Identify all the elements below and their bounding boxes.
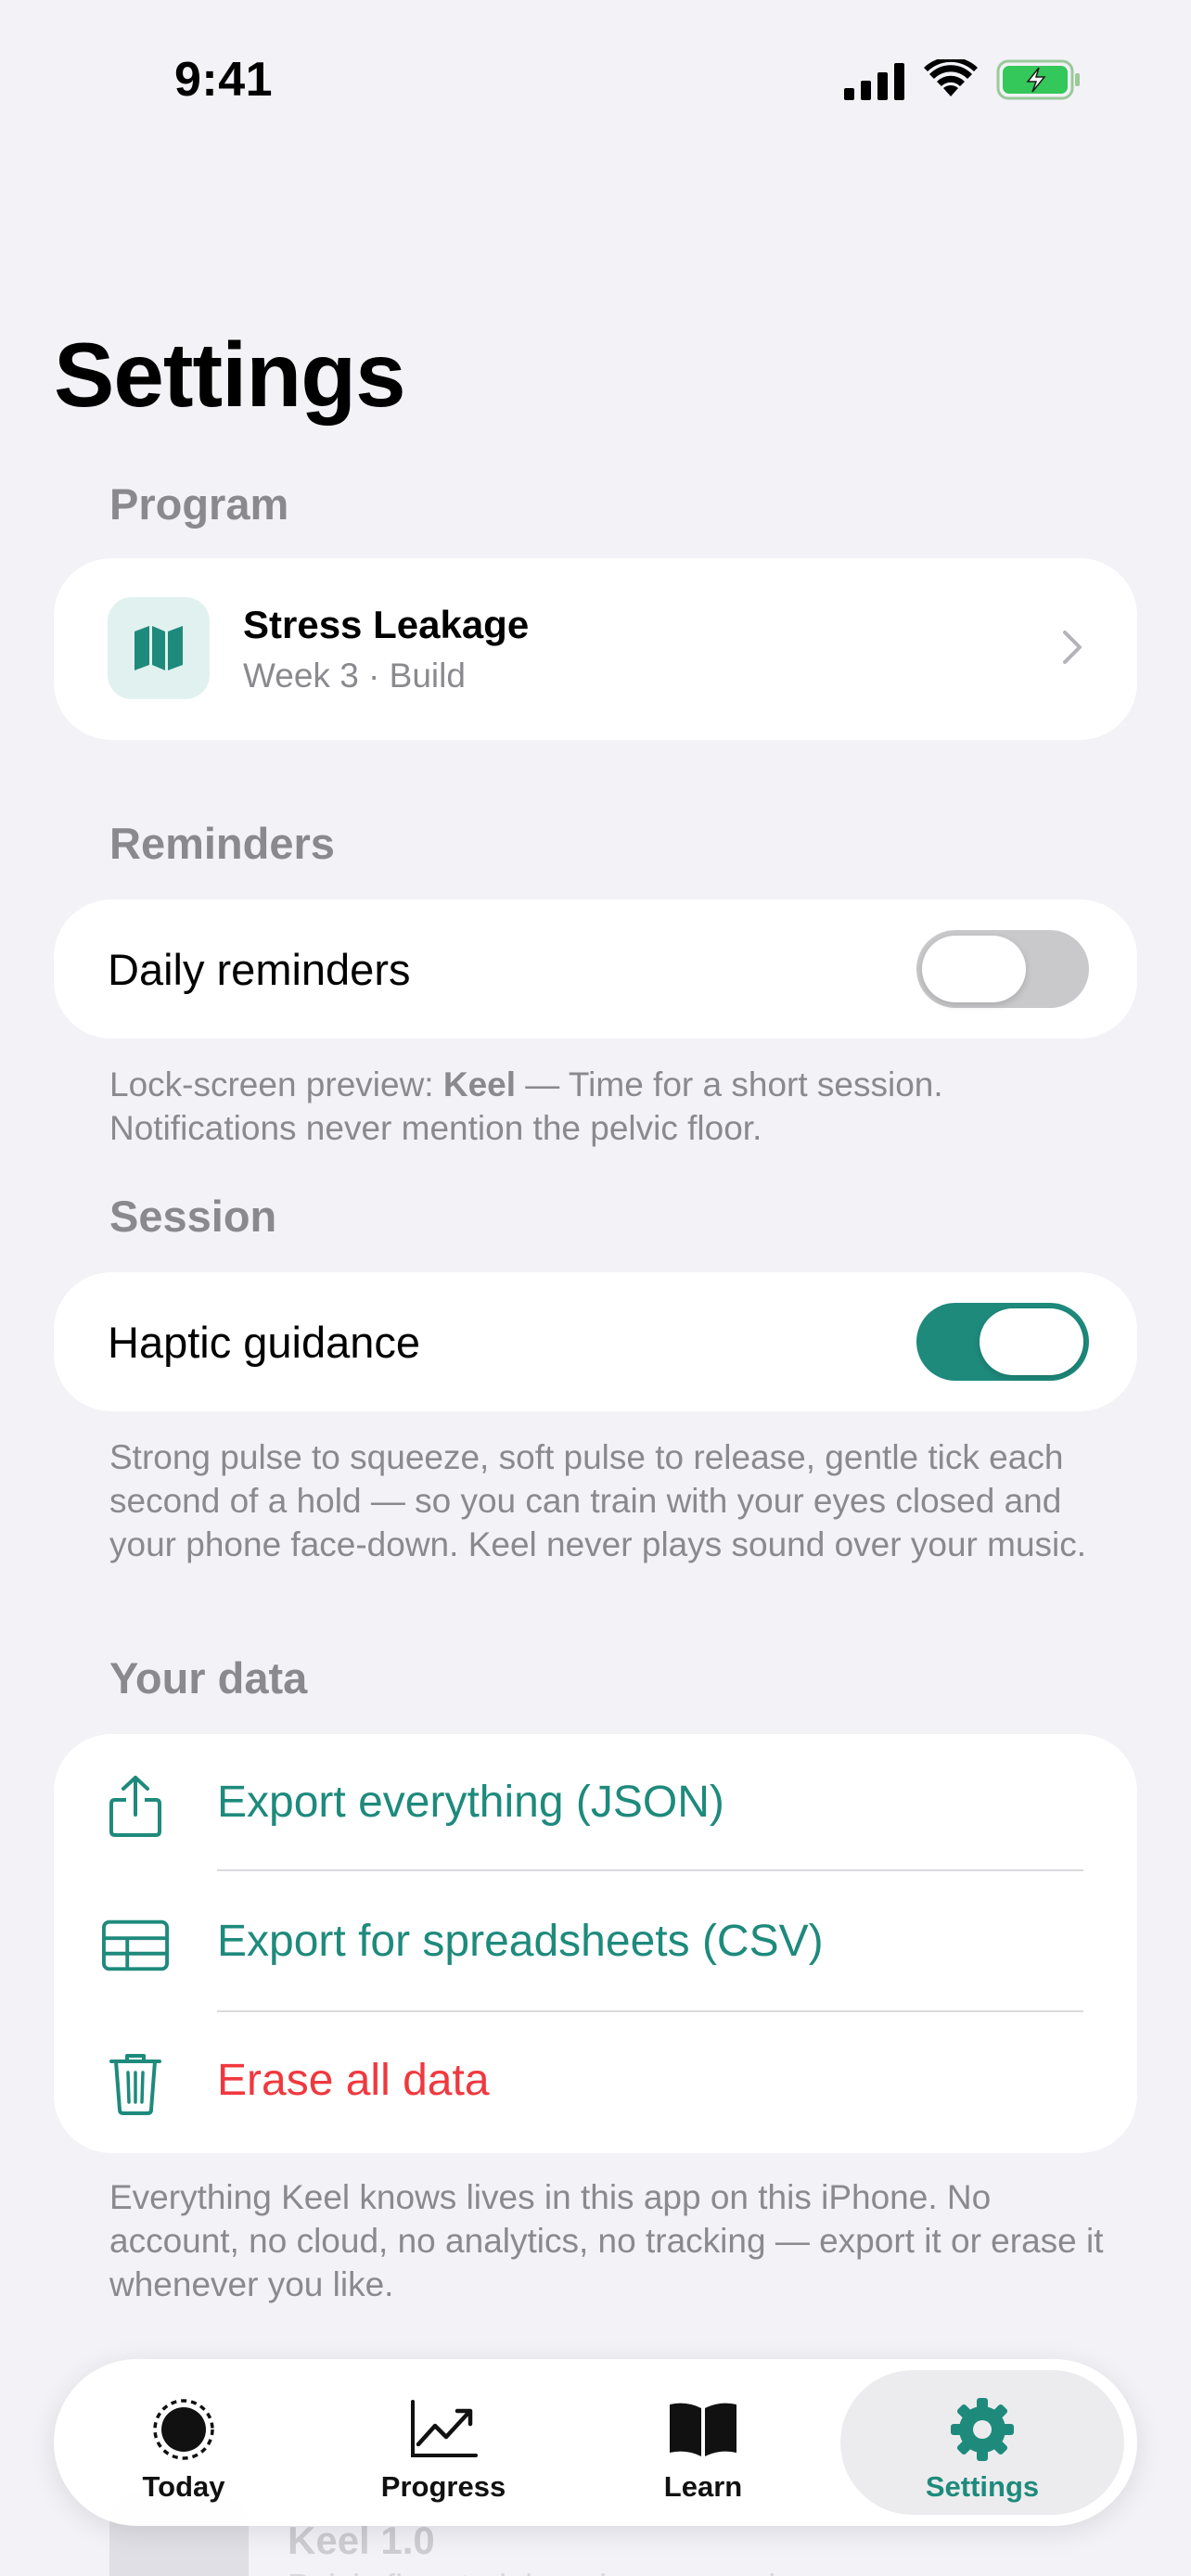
book-icon: [583, 2396, 824, 2463]
page-title: Settings: [54, 324, 406, 426]
about-subtitle: Pelvic floor training, done properly: [288, 2567, 792, 2576]
haptic-guidance-toggle[interactable]: [916, 1303, 1089, 1381]
gear-icon: [840, 2396, 1124, 2463]
section-header-program: Program: [109, 479, 289, 529]
chevron-right-icon: [1063, 631, 1082, 664]
reminders-footer: Lock-screen preview: Keel — Time for a s…: [109, 1063, 1111, 1150]
today-icon: [63, 2396, 304, 2463]
section-header-your-data: Your data: [109, 1653, 308, 1702]
tab-progress[interactable]: Progress: [323, 2370, 564, 2515]
daily-reminders-toggle[interactable]: [916, 930, 1089, 1008]
divider: [217, 1869, 1083, 1871]
trash-icon: [102, 2051, 169, 2118]
toggle-knob: [980, 1308, 1083, 1375]
share-icon: [102, 1773, 169, 1840]
haptic-guidance-label: Haptic guidance: [108, 1318, 421, 1367]
haptic-guidance-row: Haptic guidance: [54, 1272, 1137, 1411]
section-header-reminders: Reminders: [109, 819, 335, 868]
export-csv-label: Export for spreadsheets (CSV): [217, 1917, 824, 1966]
session-footer: Strong pulse to squeeze, soft pulse to r…: [109, 1438, 1087, 1563]
tab-settings-label: Settings: [925, 2470, 1040, 2503]
table-icon: [102, 1912, 169, 1979]
toggle-knob: [922, 936, 1026, 1002]
wifi-icon: [924, 59, 978, 96]
tab-settings[interactable]: Settings: [840, 2370, 1124, 2515]
reminders-footer-prefix: Lock-screen preview:: [109, 1065, 443, 1103]
program-name: Stress Leakage: [243, 603, 530, 646]
daily-reminders-label: Daily reminders: [108, 945, 411, 994]
tab-learn-label: Learn: [663, 2470, 743, 2503]
tab-progress-label: Progress: [380, 2470, 506, 2503]
tab-today-label: Today: [142, 2470, 225, 2503]
data-card: Export everything (JSON) Export for spre…: [54, 1734, 1137, 2153]
map-icon: [108, 597, 210, 699]
chart-line-icon: [323, 2396, 564, 2463]
program-subtitle: Week 3 · Build: [243, 657, 466, 695]
erase-all-data-button[interactable]: Erase all data: [54, 2012, 1137, 2153]
tab-learn[interactable]: Learn: [583, 2370, 824, 2515]
export-json-button[interactable]: Export everything (JSON): [54, 1734, 1137, 1875]
export-json-label: Export everything (JSON): [217, 1778, 724, 1827]
battery-charging-icon: [996, 59, 1080, 100]
daily-reminders-row: Daily reminders: [54, 899, 1137, 1039]
erase-all-data-label: Erase all data: [217, 2056, 490, 2105]
settings-screen: 9:41 Settings Program Stress Leakage Wee…: [0, 0, 1191, 2576]
tab-bar: Today Progress Learn Settings: [54, 2359, 1137, 2526]
export-csv-button[interactable]: Export for spreadsheets (CSV): [54, 1873, 1137, 2014]
status-bar: 9:41: [0, 0, 1191, 158]
cellular-signal-icon: [844, 63, 904, 100]
program-row[interactable]: Stress Leakage Week 3 · Build: [54, 558, 1137, 740]
section-header-session: Session: [109, 1192, 277, 1241]
data-footer: Everything Keel knows lives in this app …: [109, 2178, 1104, 2303]
tab-today[interactable]: Today: [63, 2370, 304, 2515]
status-time: 9:41: [174, 53, 274, 107]
reminders-footer-app-name: Keel: [442, 1065, 517, 1103]
